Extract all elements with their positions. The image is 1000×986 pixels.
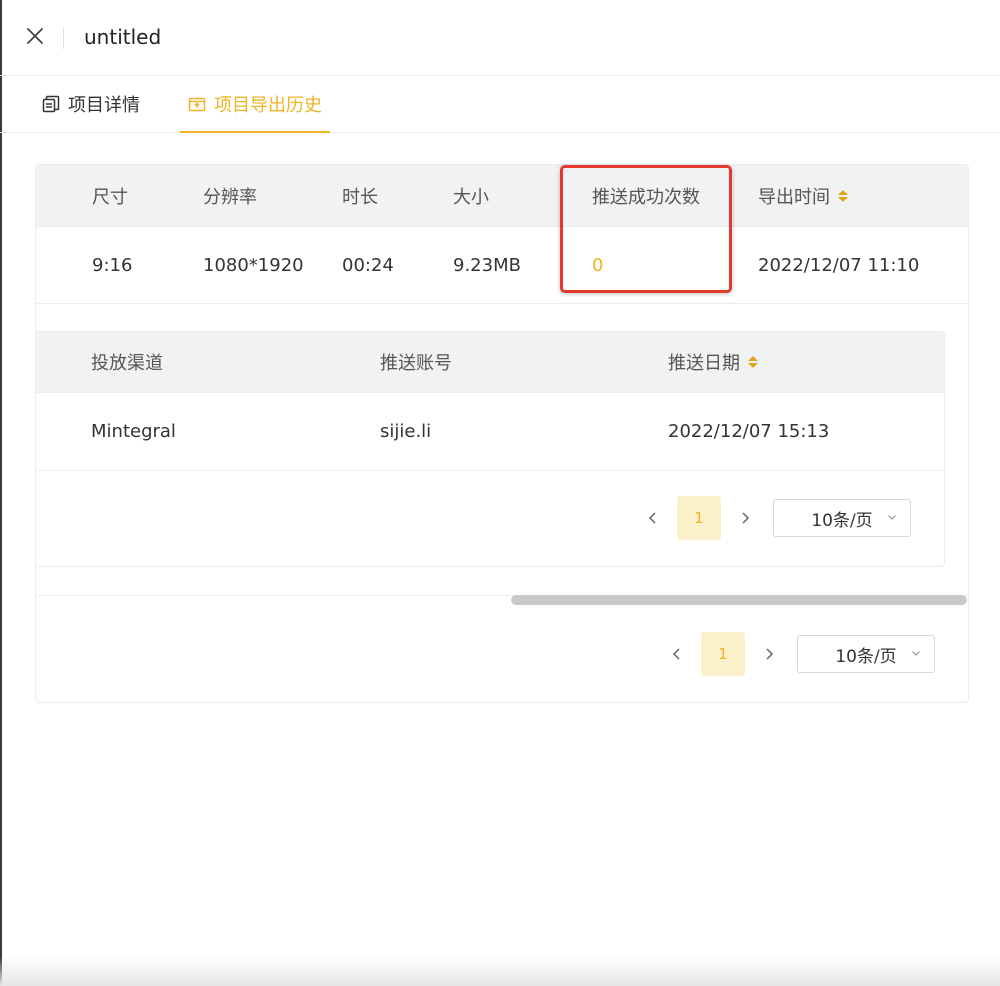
tab-project-details[interactable]: 项目详情 (42, 76, 140, 132)
tab-export-history[interactable]: 项目导出历史 (180, 76, 330, 133)
column-header-size: 尺寸 (92, 186, 128, 208)
bottom-shadow (0, 956, 1000, 986)
tab-bar: 项目详情 项目导出历史 (0, 76, 1000, 133)
column-header-resolution: 分辨率 (203, 186, 257, 208)
cell-channel: Mintegral (91, 420, 176, 442)
prev-page-button[interactable] (637, 496, 669, 540)
chevron-left-icon (648, 512, 656, 524)
inner-pagination: 1 10条/页 (637, 496, 911, 540)
cell-file-size: 9.23MB (453, 254, 521, 276)
page-size-label: 10条/页 (835, 646, 897, 667)
cell-size: 9:16 (92, 254, 133, 276)
chevron-right-icon (766, 648, 774, 660)
row-divider (36, 303, 968, 304)
column-header-duration: 时长 (342, 186, 378, 208)
sort-icon (748, 355, 758, 369)
prev-page-button[interactable] (661, 632, 693, 676)
column-header-file-size: 大小 (453, 186, 489, 208)
cell-duration: 00:24 (342, 254, 394, 276)
row-divider (36, 470, 944, 471)
chevron-down-icon (912, 651, 920, 656)
header-divider (63, 27, 64, 49)
column-header-label: 推送日期 (668, 353, 740, 374)
horizontal-scrollbar[interactable] (511, 595, 967, 605)
export-history-card: 尺寸 分辨率 时长 大小 推送成功次数 导出时间 9:16 1080*1920 … (35, 164, 969, 703)
push-table-header (36, 332, 944, 392)
page-number-button[interactable]: 1 (677, 496, 721, 540)
copy-icon (42, 95, 60, 113)
next-page-button[interactable] (753, 632, 785, 676)
chevron-down-icon (888, 515, 896, 520)
page-size-label: 10条/页 (811, 510, 873, 531)
cell-push-date: 2022/12/07 15:13 (668, 420, 830, 442)
sort-icon (838, 189, 848, 203)
page-size-select[interactable]: 10条/页 (773, 499, 911, 537)
tab-label: 项目详情 (68, 95, 140, 116)
column-header-label: 导出时间 (758, 186, 830, 208)
column-header-push-date[interactable]: 推送日期 (668, 332, 758, 392)
page-size-select[interactable]: 10条/页 (797, 635, 935, 673)
outer-pagination: 1 10条/页 (661, 632, 935, 676)
cell-resolution: 1080*1920 (203, 254, 304, 276)
page-number-button[interactable]: 1 (701, 632, 745, 676)
column-header-account: 推送账号 (380, 353, 452, 374)
cell-export-time: 2022/12/07 11:10 (758, 254, 920, 276)
drawer-header: untitled (0, 0, 1000, 76)
push-records-panel: 投放渠道 推送账号 推送日期 Mintegral sijie.li 2022/1… (36, 331, 945, 567)
export-icon (188, 95, 206, 113)
window-title: untitled (84, 25, 162, 49)
window-edge (0, 0, 2, 986)
close-icon[interactable] (24, 25, 46, 47)
highlight-box (560, 165, 732, 293)
chevron-right-icon (742, 512, 750, 524)
next-page-button[interactable] (729, 496, 761, 540)
tab-label: 项目导出历史 (214, 95, 322, 116)
cell-account: sijie.li (380, 420, 432, 442)
chevron-left-icon (672, 648, 680, 660)
column-header-export-time[interactable]: 导出时间 (758, 165, 848, 226)
column-header-channel: 投放渠道 (91, 353, 163, 374)
